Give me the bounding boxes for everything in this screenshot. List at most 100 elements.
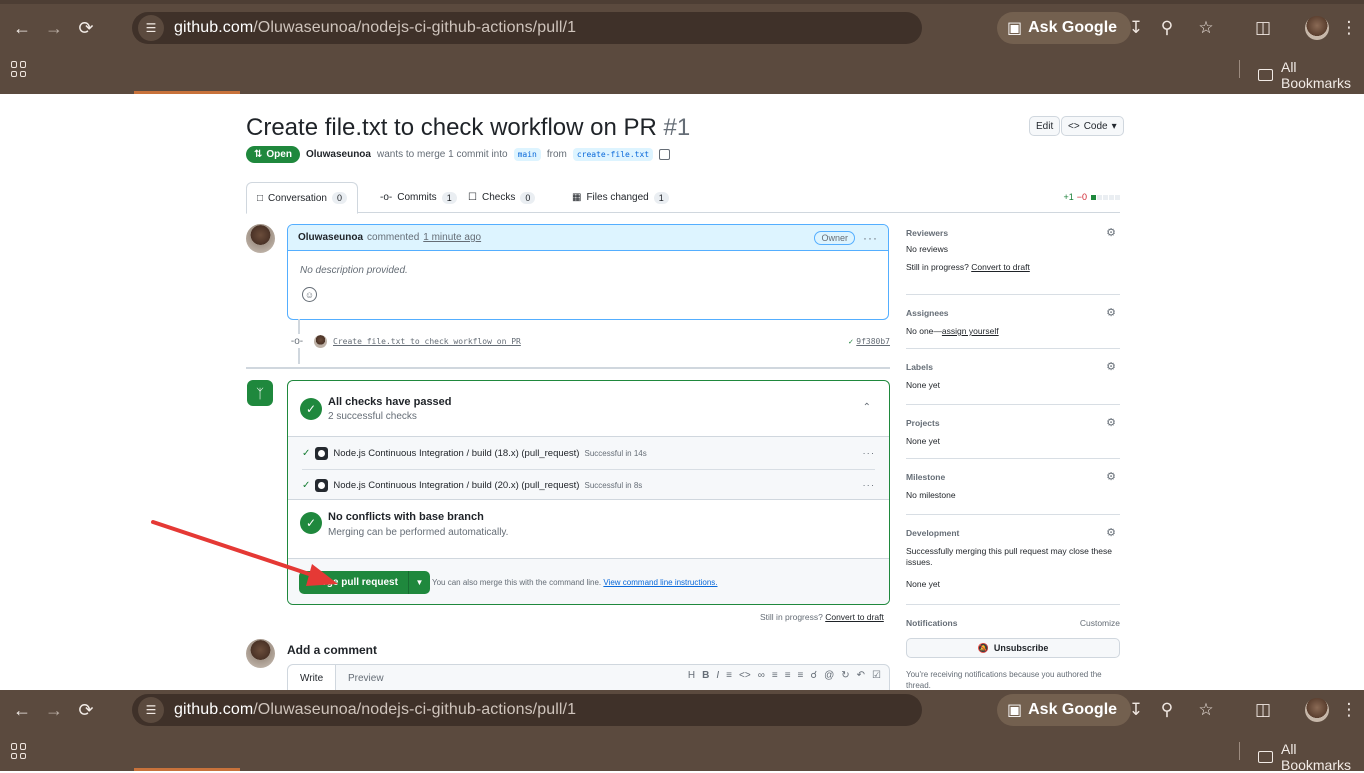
comment-timestamp[interactable]: 1 minute ago (423, 232, 481, 243)
conflicts-subtitle: Merging can be performed automatically. (328, 527, 509, 538)
owner-badge: Owner (814, 230, 855, 245)
sidebar-reviewers: Reviewers ⚙ No reviews Still in progress… (906, 226, 1116, 272)
reply-icon[interactable]: ↶ (857, 670, 865, 681)
lens-icon: ▣ (1007, 702, 1023, 719)
tab-conversation[interactable]: □ Conversation 0 (246, 182, 358, 214)
base-branch[interactable]: main (513, 148, 541, 161)
comment-body: No description provided. (300, 265, 408, 276)
tab-write[interactable]: Write (288, 665, 337, 690)
back-arrow-icon[interactable]: ← (6, 694, 38, 726)
editor-toolbar: H B I ≡ <> ∞ ≡ ≡ ≡ ☌ @ ↻ ↶ ☑ (688, 670, 881, 681)
extensions-icon[interactable]: ◫ (1248, 694, 1278, 726)
apps-grid-icon[interactable] (11, 743, 27, 759)
url-text[interactable]: github.com/Oluwaseunoa/nodejs-ci-github-… (174, 701, 576, 719)
bold-icon[interactable]: B (702, 670, 709, 681)
customize-link[interactable]: Customize (1080, 618, 1120, 628)
checklist-icon: ☐ (468, 192, 477, 203)
tab-preview[interactable]: Preview (336, 665, 396, 690)
head-branch[interactable]: create-file.txt (572, 148, 654, 161)
saved-reply-icon[interactable]: ☑ (872, 670, 881, 681)
gear-icon[interactable]: ⚙ (1106, 526, 1116, 539)
italic-icon[interactable]: I (716, 670, 719, 681)
kebab-menu-icon[interactable]: ··· (863, 480, 876, 491)
from-text: from (546, 149, 567, 160)
cli-instructions-link[interactable]: View command line instructions. (603, 578, 717, 587)
bookmarks-bar: All Bookmarks (0, 736, 1364, 773)
comment-icon: □ (257, 192, 264, 204)
comment-header: Oluwaseunoa commented 1 minute ago Owner… (288, 225, 888, 251)
address-bar[interactable]: ☰ github.com/Oluwaseunoa/nodejs-ci-githu… (132, 694, 922, 726)
commit-message-link[interactable]: Create file.txt to check workflow on PR (333, 337, 521, 346)
unsubscribe-button[interactable]: 🔕 Unsubscribe (906, 638, 1120, 658)
gear-icon[interactable]: ⚙ (1106, 470, 1116, 483)
mention-icon[interactable]: @ (824, 670, 834, 681)
code-icon[interactable]: <> (739, 670, 751, 681)
bookmark-star-icon[interactable]: ☆ (1191, 694, 1221, 726)
address-bar[interactable]: ☰ github.com/Oluwaseunoa/nodejs-ci-githu… (132, 12, 922, 44)
ask-google-button[interactable]: ▣ Ask Google (997, 12, 1132, 44)
site-settings-icon[interactable]: ☰ (138, 697, 164, 723)
url-text[interactable]: github.com/Oluwaseunoa/nodejs-ci-github-… (174, 19, 576, 37)
zoom-icon[interactable]: ⚲ (1152, 12, 1182, 44)
add-reaction-icon[interactable]: ☺ (302, 287, 317, 302)
bullet-list-icon[interactable]: ≡ (785, 670, 791, 681)
heading-icon[interactable]: H (688, 670, 695, 681)
all-bookmarks-button[interactable]: All Bookmarks (1258, 741, 1364, 773)
link-icon[interactable]: ∞ (758, 670, 765, 681)
gear-icon[interactable]: ⚙ (1106, 360, 1116, 373)
copy-icon[interactable] (659, 149, 671, 160)
comment-author[interactable]: Oluwaseunoa (298, 232, 363, 243)
pr-author[interactable]: Oluwaseunoa (306, 149, 371, 160)
cross-reference-icon[interactable]: ↻ (841, 670, 849, 681)
numbered-list-icon[interactable]: ≡ (772, 670, 778, 681)
edit-button[interactable]: Edit (1029, 116, 1061, 136)
tab-files-changed[interactable]: ▦ Files changed 1 (562, 182, 679, 213)
sidebar-assignees: Assignees ⚙ No one—assign yourself (906, 306, 1116, 336)
comment-author-avatar[interactable] (246, 224, 275, 253)
pr-title: Create file.txt to check workflow on PR … (246, 114, 691, 141)
all-bookmarks-button[interactable]: All Bookmarks (1258, 59, 1364, 91)
profile-avatar[interactable] (1302, 12, 1332, 44)
extensions-icon[interactable]: ◫ (1248, 12, 1278, 44)
browser-menu-icon[interactable]: ⋮ (1334, 12, 1364, 44)
commit-author-avatar[interactable] (314, 334, 327, 348)
gear-icon[interactable]: ⚙ (1106, 306, 1116, 319)
install-app-icon[interactable]: ↧ (1121, 12, 1151, 44)
forward-arrow-icon[interactable]: → (38, 694, 70, 726)
quote-icon[interactable]: ≡ (726, 670, 732, 681)
chevron-up-icon[interactable]: ⌃ (863, 402, 871, 413)
check-item[interactable]: ✓ Node.js Continuous Integration / build… (302, 469, 875, 501)
reload-icon[interactable]: ⟳ (70, 694, 102, 726)
forward-arrow-icon[interactable]: → (38, 12, 70, 44)
browser-chrome-top: ← → ⟳ ☰ github.com/Oluwaseunoa/nodejs-ci… (0, 0, 1364, 94)
comment-editor: Write Preview H B I ≡ <> ∞ ≡ ≡ ≡ ☌ @ ↻ ↶… (287, 664, 890, 690)
back-arrow-icon[interactable]: ← (6, 12, 38, 44)
apps-grid-icon[interactable] (11, 61, 27, 77)
zoom-icon[interactable]: ⚲ (1152, 694, 1182, 726)
ask-google-button[interactable]: ▣ Ask Google (997, 694, 1132, 726)
kebab-menu-icon[interactable]: ··· (863, 448, 876, 459)
bookmark-star-icon[interactable]: ☆ (1191, 12, 1221, 44)
convert-to-draft-link[interactable]: Convert to draft (825, 612, 884, 622)
check-item[interactable]: ✓ Node.js Continuous Integration / build… (302, 437, 875, 469)
install-app-icon[interactable]: ↧ (1121, 694, 1151, 726)
reload-icon[interactable]: ⟳ (70, 12, 102, 44)
tab-checks[interactable]: ☐ Checks 0 (458, 182, 545, 213)
commit-sha[interactable]: ✓ 9f380b7 (848, 337, 890, 346)
chevron-down-icon: ▾ (1111, 120, 1117, 132)
assign-yourself-link[interactable]: assign yourself (942, 326, 999, 336)
merge-options-caret-icon[interactable]: ▼ (407, 571, 430, 594)
code-button[interactable]: <> Code ▾ (1061, 116, 1124, 136)
site-settings-icon[interactable]: ☰ (138, 15, 164, 41)
gear-icon[interactable]: ⚙ (1106, 416, 1116, 429)
profile-avatar[interactable] (1302, 694, 1332, 726)
tab-commits[interactable]: -o- Commits 1 (370, 182, 467, 213)
gear-icon[interactable]: ⚙ (1106, 226, 1116, 239)
convert-to-draft-link[interactable]: Convert to draft (971, 262, 1030, 272)
merge-pull-request-button[interactable]: Merge pull request ▼ (299, 571, 430, 594)
browser-menu-icon[interactable]: ⋮ (1334, 694, 1364, 726)
merge-box: ✓ All checks have passed 2 successful ch… (287, 380, 890, 605)
kebab-menu-icon[interactable]: ··· (863, 231, 878, 245)
attach-icon[interactable]: ☌ (810, 670, 817, 681)
task-list-icon[interactable]: ≡ (798, 670, 804, 681)
